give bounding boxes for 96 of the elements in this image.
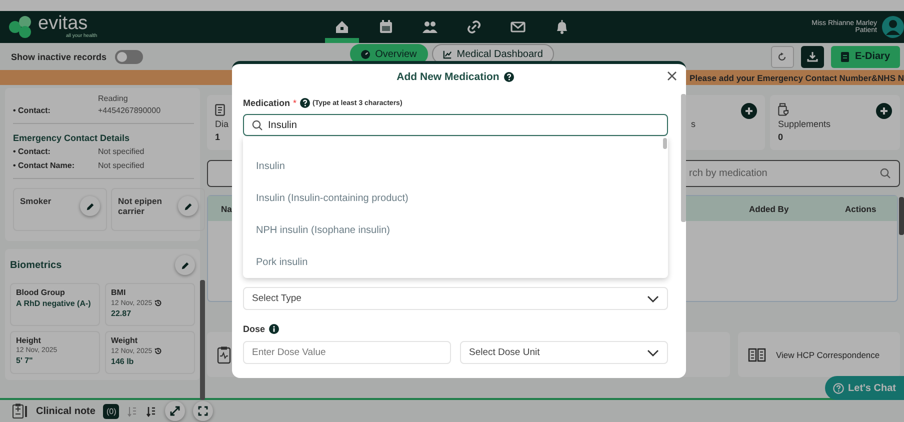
field-value: Not specified — [98, 160, 146, 172]
field-label: • Contact Name: — [13, 160, 76, 172]
required-mark: * — [293, 98, 297, 108]
suggestion-option[interactable]: Pork insulin — [243, 246, 668, 278]
document-icon — [840, 52, 849, 62]
biometric-label: Blood Group — [16, 288, 66, 297]
chat-button[interactable]: Let's Chat — [825, 376, 904, 400]
card-count: 1 — [215, 132, 222, 142]
scrollbar[interactable] — [899, 197, 904, 235]
dashboard-icon — [361, 50, 370, 58]
chart-icon — [442, 50, 452, 58]
field-label: • Contact: — [13, 146, 52, 158]
field-value: +4454267890000 — [98, 105, 162, 117]
calendar-icon — [378, 19, 394, 35]
home-icon — [334, 19, 350, 35]
status-text: Smoker — [20, 196, 52, 206]
section-title: Emergency Contact Details — [13, 133, 131, 143]
add-icon[interactable] — [876, 103, 892, 119]
column-header: Na — [221, 204, 233, 214]
scrollbar[interactable] — [200, 280, 205, 400]
card-title: s — [691, 119, 696, 129]
field-label: • Contact: — [13, 105, 52, 117]
close-button[interactable] — [666, 69, 678, 81]
e-diary-button[interactable]: E-Diary — [830, 46, 900, 68]
avatar-icon[interactable] — [882, 16, 904, 38]
card-title: Supplements — [778, 119, 831, 129]
dialog-title: Add New Medication — [396, 71, 500, 83]
history-icon — [154, 299, 162, 307]
column-header: Added By — [749, 204, 790, 214]
column-label: Reading — [97, 93, 129, 104]
field-value: Not specified — [98, 146, 146, 158]
search-icon — [880, 168, 891, 179]
chevron-down-icon — [647, 348, 659, 356]
toggle-label: Show inactive records — [11, 52, 107, 62]
biometric-value: A RhD negative (A-) — [16, 299, 92, 308]
pencil-icon — [86, 202, 94, 210]
mail-icon — [510, 19, 526, 35]
count-badge: (0) — [103, 404, 120, 418]
panel-title: Clinical note — [36, 406, 96, 416]
biometric-label: Weight — [111, 336, 139, 345]
card-count: 0 — [778, 132, 784, 142]
help-icon — [833, 382, 844, 394]
biometric-value: 5' 7" — [16, 356, 34, 365]
suggestion-option[interactable]: Insulin — [243, 151, 668, 183]
chevron-down-icon — [647, 294, 659, 302]
dose-value-field[interactable]: Enter Dose Value — [243, 341, 451, 364]
biometric-label: Height — [16, 336, 42, 345]
type-select[interactable]: Select Type — [243, 287, 668, 310]
scrollbar[interactable] — [663, 138, 667, 149]
card-title: Dia — [215, 119, 229, 129]
edit-button[interactable] — [178, 196, 198, 216]
pencil-icon — [180, 260, 190, 270]
biometric-value: 146 lb — [111, 357, 135, 366]
medication-search-field[interactable]: Insulin — [243, 114, 668, 136]
section-title: Biometrics — [10, 260, 62, 270]
download-button[interactable] — [800, 46, 824, 68]
fullscreen-button[interactable] — [193, 401, 214, 421]
clipboard-icon — [12, 403, 28, 419]
field-label: Medication — [243, 98, 290, 108]
refresh-button[interactable] — [770, 46, 794, 68]
clipboard-icon — [217, 346, 231, 364]
logo-text: evitas — [38, 15, 88, 33]
expand-button[interactable] — [165, 401, 186, 421]
field-label: Dose — [243, 324, 266, 334]
scrollbar[interactable] — [681, 94, 686, 222]
bell-icon — [554, 19, 570, 35]
link-label: View HCP Correspondence — [776, 350, 880, 360]
close-icon — [667, 71, 677, 81]
refresh-icon — [777, 52, 788, 62]
download-icon — [806, 51, 818, 62]
status-text: Not epipen carrier — [118, 196, 163, 216]
biometric-label: BMI — [111, 288, 127, 297]
edit-button[interactable] — [175, 255, 195, 275]
clipboard-icon — [215, 103, 225, 116]
add-icon[interactable] — [741, 103, 757, 119]
banner-message: Please add your Emergency Contact Number&NHS N — [690, 72, 904, 82]
suggestion-option[interactable]: Insulin (Insulin-containing product) — [243, 182, 668, 214]
dose-unit-select[interactable]: Select Dose Unit — [460, 341, 668, 364]
pencil-icon — [184, 202, 192, 210]
search-icon — [252, 120, 263, 130]
fullscreen-icon — [198, 406, 208, 416]
help-icon — [300, 98, 310, 108]
column-header: Actions — [845, 204, 878, 214]
history-icon — [154, 347, 162, 355]
biometric-value: 22.87 — [111, 309, 132, 318]
bottle-icon — [778, 103, 789, 116]
sort-icon[interactable] — [146, 406, 158, 416]
suggestion-option[interactable]: NPH insulin (Isophane insulin) — [243, 214, 668, 246]
link-icon — [466, 19, 482, 35]
edit-button[interactable] — [80, 196, 100, 216]
link-card[interactable]: View HCP Correspondence — [738, 332, 900, 377]
info-icon — [269, 324, 280, 334]
people-icon — [422, 19, 438, 35]
help-icon — [504, 72, 514, 82]
book-icon — [748, 348, 766, 362]
expand-icon — [170, 406, 180, 416]
